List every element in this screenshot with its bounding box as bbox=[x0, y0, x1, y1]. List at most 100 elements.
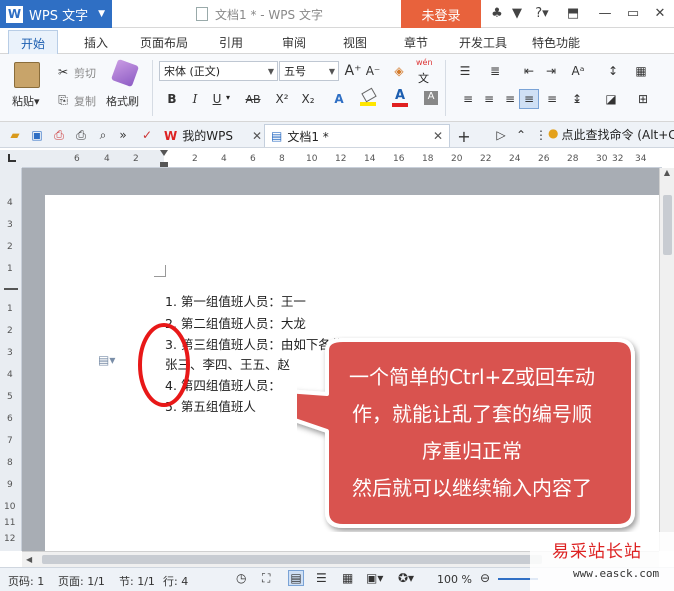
increase-indent-icon[interactable]: ⇥ bbox=[542, 62, 560, 80]
shirt-icon[interactable]: ▼ bbox=[509, 5, 525, 21]
subscript-button[interactable]: X₂ bbox=[298, 90, 318, 108]
paragraph-options-icon[interactable]: ▤▾ bbox=[98, 353, 115, 367]
scissors-icon[interactable]: ✂ bbox=[54, 63, 72, 81]
ruler-tick: 24 bbox=[509, 154, 521, 164]
vertical-scrollbar[interactable]: ▲ bbox=[659, 168, 674, 551]
paste-button[interactable]: 粘贴▾ bbox=[12, 93, 40, 109]
font-color-icon[interactable]: A bbox=[392, 88, 408, 108]
distributed-align-icon[interactable]: ≡ bbox=[543, 90, 561, 108]
justify-icon[interactable]: ≡ bbox=[519, 89, 539, 109]
chevron-down-icon[interactable]: ▾ bbox=[226, 93, 230, 102]
close-icon[interactable]: ✕ bbox=[652, 5, 668, 21]
ruler-tick: 2 bbox=[192, 154, 198, 164]
collapse-ribbon-icon[interactable]: ⌃ bbox=[512, 126, 530, 144]
sort-icon[interactable]: ↕ bbox=[604, 62, 622, 80]
tab-features[interactable]: 特色功能 bbox=[532, 34, 580, 51]
fullscreen-icon[interactable]: ⛶ bbox=[262, 571, 270, 586]
numbered-list-icon[interactable]: ≣ bbox=[486, 62, 504, 80]
restore-layout-icon[interactable]: ⬒ bbox=[565, 5, 581, 21]
maximize-icon[interactable]: ▭ bbox=[625, 5, 641, 21]
document-line[interactable]: 1. 第一组值班人员：王一 bbox=[165, 291, 306, 310]
tab-developer[interactable]: 开发工具 bbox=[459, 34, 507, 51]
login-button[interactable]: 未登录 bbox=[401, 0, 481, 28]
phonetic-guide-icon[interactable]: 文 bbox=[418, 70, 429, 86]
decrease-indent-icon[interactable]: ⇤ bbox=[520, 62, 538, 80]
tab-my-wps-label: 我的WPS bbox=[182, 129, 233, 143]
print-preview-icon[interactable]: ⌕ bbox=[94, 126, 112, 144]
ruler-tick: 10 bbox=[306, 154, 318, 164]
clock-icon[interactable]: ◷ bbox=[236, 571, 246, 585]
clear-format-icon[interactable]: ◈ bbox=[390, 62, 408, 80]
tab-page-layout[interactable]: 页面布局 bbox=[140, 34, 188, 51]
bullet-list-icon[interactable]: ☰ bbox=[456, 62, 474, 80]
close-icon[interactable]: ✕ bbox=[433, 129, 443, 143]
export-pdf-icon[interactable]: ⎙ bbox=[50, 126, 68, 144]
superscript-button[interactable]: X² bbox=[272, 90, 292, 108]
indent-marker-icon[interactable] bbox=[160, 150, 168, 167]
eye-care-icon[interactable]: ✪▾ bbox=[398, 571, 414, 585]
print-icon[interactable]: ⎙ bbox=[72, 126, 90, 144]
scrollbar-thumb[interactable] bbox=[42, 555, 542, 564]
text-effect-icon[interactable]: A bbox=[330, 90, 348, 108]
tab-document1[interactable]: ▤ 文档1 * ✕ bbox=[264, 124, 450, 147]
borders-icon[interactable]: ⊞ bbox=[634, 90, 652, 108]
tab-view[interactable]: 视图 bbox=[343, 34, 367, 51]
line-spacing-icon[interactable]: ↨ bbox=[568, 90, 586, 108]
copy-icon[interactable]: ⎘ bbox=[54, 91, 72, 109]
more-icon[interactable]: » bbox=[114, 126, 132, 144]
watermark-logo: 易采站长站 bbox=[552, 542, 642, 562]
tab-start[interactable]: 开始 bbox=[8, 30, 58, 55]
status-page: 页码: 1 bbox=[8, 575, 45, 588]
tab-reference[interactable]: 引用 bbox=[219, 34, 243, 51]
strikethrough-button[interactable]: AB bbox=[242, 90, 264, 108]
new-tab-icon[interactable]: + bbox=[455, 127, 473, 146]
tab-my-wps[interactable]: W 我的WPS ✕ bbox=[158, 124, 268, 147]
char-shading-icon[interactable]: A bbox=[424, 91, 438, 105]
font-size-select[interactable]: 五号 ▼ bbox=[279, 61, 339, 81]
outline-view-icon[interactable]: ☰ bbox=[316, 571, 327, 585]
cut-button[interactable]: 剪切 bbox=[74, 65, 96, 81]
grow-font-icon[interactable]: A⁺ bbox=[344, 62, 362, 80]
format-painter-button[interactable]: 格式刷 bbox=[106, 93, 139, 109]
tab-review[interactable]: 审阅 bbox=[282, 34, 306, 51]
scroll-left-icon[interactable]: ◀ bbox=[26, 555, 32, 564]
underline-button[interactable]: U bbox=[208, 90, 226, 108]
web-view-icon[interactable]: ▦ bbox=[342, 571, 353, 585]
minimize-icon[interactable]: — bbox=[597, 5, 613, 21]
align-right-icon[interactable]: ≡ bbox=[501, 90, 519, 108]
save-icon[interactable]: ▣ bbox=[28, 126, 46, 144]
italic-button[interactable]: I bbox=[186, 90, 204, 108]
shading-icon[interactable]: ◪ bbox=[602, 90, 620, 108]
ribbon-separator bbox=[152, 60, 153, 116]
align-center-icon[interactable]: ≡ bbox=[480, 90, 498, 108]
shrink-font-icon[interactable]: A⁻ bbox=[364, 62, 382, 80]
font-name-select[interactable]: 宋体 (正文) ▼ bbox=[159, 61, 278, 81]
ruler-corner[interactable] bbox=[0, 150, 22, 168]
horizontal-ruler[interactable]: 6 4 2 2 4 6 8 10 12 14 16 18 20 22 24 26… bbox=[22, 150, 662, 168]
app-menu-button[interactable]: W WPS 文字 ▼ bbox=[0, 0, 112, 28]
find-command-box[interactable]: ● 点此查找命令 (Alt+C bbox=[548, 126, 674, 143]
table-icon[interactable]: ▦ bbox=[632, 62, 650, 80]
page-view-icon[interactable]: ▤ bbox=[288, 570, 304, 586]
zoom-out-icon[interactable]: ⊖ bbox=[480, 571, 490, 585]
scrollbar-thumb[interactable] bbox=[662, 195, 672, 255]
open-folder-icon[interactable]: ▰ bbox=[6, 126, 24, 144]
highlight-icon[interactable] bbox=[360, 87, 377, 106]
protect-icon[interactable]: ▣▾ bbox=[366, 571, 383, 585]
help-icon[interactable]: ?▾ bbox=[531, 5, 553, 21]
tab-chapter[interactable]: 章节 bbox=[404, 34, 428, 51]
align-left-icon[interactable]: ≡ bbox=[459, 90, 477, 108]
tab-insert[interactable]: 插入 bbox=[84, 34, 108, 51]
nav-icon[interactable]: ▷ bbox=[492, 126, 510, 144]
bold-button[interactable]: B bbox=[163, 90, 181, 108]
pin-icon[interactable]: ✓ bbox=[138, 126, 156, 144]
scroll-up-icon[interactable]: ▲ bbox=[660, 168, 674, 177]
change-case-icon[interactable]: Aᵃ bbox=[566, 62, 590, 80]
vertical-ruler[interactable]: 4 3 2 1 1 2 3 4 5 6 7 8 9 10 11 12 bbox=[0, 168, 22, 551]
lightbulb-icon: ● bbox=[548, 126, 559, 140]
skin-icon[interactable]: ♣ bbox=[489, 5, 505, 21]
copy-button[interactable]: 复制 bbox=[74, 93, 96, 109]
ruler-tick: 1 bbox=[7, 264, 13, 274]
paste-icon[interactable] bbox=[14, 62, 40, 88]
close-icon[interactable]: ✕ bbox=[252, 129, 262, 143]
